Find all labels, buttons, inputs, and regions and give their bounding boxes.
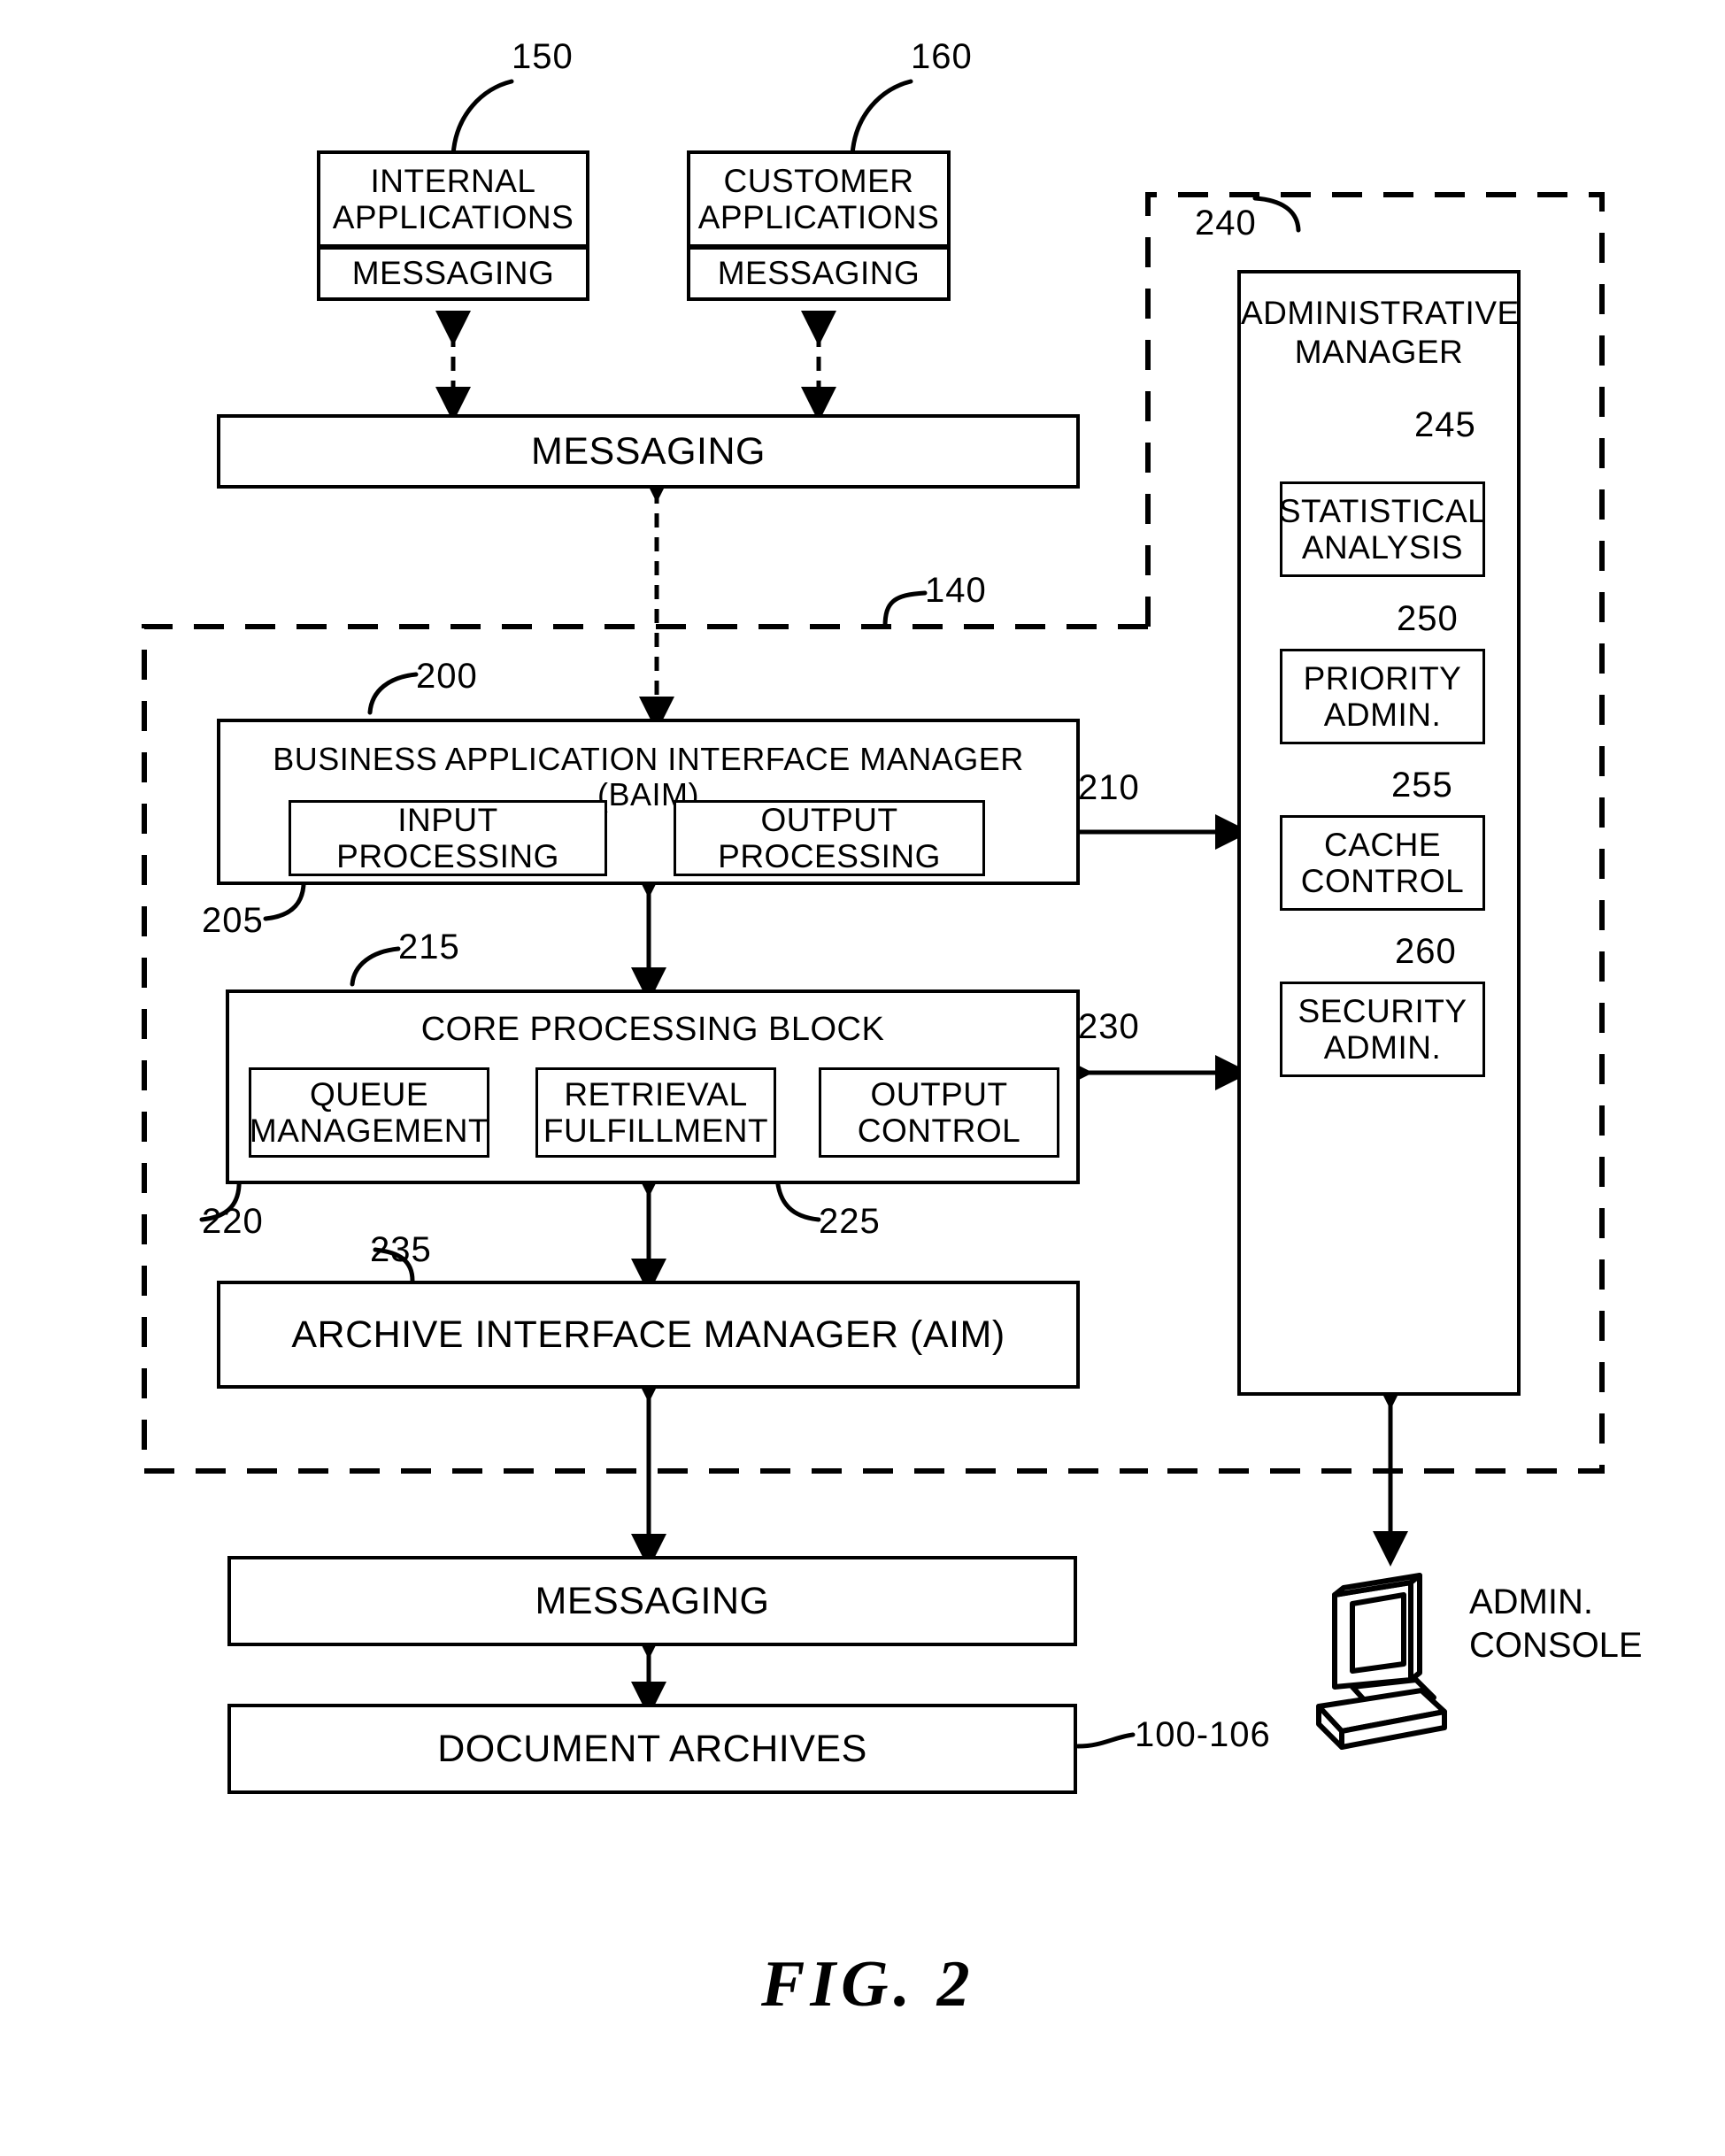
administrative-manager-block[interactable]: ADMINISTRATIVE MANAGER STATISTICAL ANALY… <box>1237 270 1521 1396</box>
archive-interface-manager-block[interactable]: ARCHIVE INTERFACE MANAGER (AIM) <box>217 1281 1080 1389</box>
input-processing-line1: INPUT <box>397 801 498 838</box>
retrieval-fulfillment-line2: FULFILLMENT <box>543 1113 769 1149</box>
document-archives-label: DOCUMENT ARCHIVES <box>437 1727 867 1770</box>
cache-control-line1: CACHE <box>1323 826 1442 863</box>
output-processing-line1: OUTPUT <box>760 801 898 838</box>
priority-admin-line2: ADMIN. <box>1323 697 1442 733</box>
customer-applications-title-line1: CUSTOMER <box>723 162 914 199</box>
core-processing-block[interactable]: CORE PROCESSING BLOCK QUEUE MANAGEMENT R… <box>226 989 1080 1184</box>
ref-100-106: 100-106 <box>1135 1715 1271 1754</box>
ref-225: 225 <box>819 1202 881 1241</box>
customer-applications-block[interactable]: CUSTOMER APPLICATIONS <box>687 150 951 248</box>
patent-figure-canvas: INTERNAL APPLICATIONS MESSAGING 150 CUST… <box>0 0 1725 2156</box>
admin-console-icon <box>1316 1573 1447 1750</box>
priority-admin-block[interactable]: PRIORITY ADMIN. <box>1280 649 1485 744</box>
cache-control-line2: CONTROL <box>1300 863 1465 899</box>
ref-255: 255 <box>1391 766 1453 805</box>
figure-caption: FIG. 2 <box>761 1948 975 2021</box>
leader-lines <box>199 79 1417 1749</box>
baim-block[interactable]: BUSINESS APPLICATION INTERFACE MANAGER (… <box>217 719 1080 885</box>
ref-220: 220 <box>202 1202 264 1241</box>
ref-200: 200 <box>416 657 478 696</box>
priority-admin-line1: PRIORITY <box>1303 659 1462 697</box>
ref-140: 140 <box>925 571 987 610</box>
ref-240: 240 <box>1195 204 1257 243</box>
ref-205: 205 <box>202 901 264 940</box>
queue-management-line2: MANAGEMENT <box>249 1113 489 1149</box>
internal-applications-block[interactable]: INTERNAL APPLICATIONS <box>317 150 589 248</box>
internal-applications-messaging-label: MESSAGING <box>351 255 555 292</box>
document-archives-block[interactable]: DOCUMENT ARCHIVES <box>227 1704 1077 1794</box>
statistical-analysis-block[interactable]: STATISTICAL ANALYSIS <box>1278 481 1487 577</box>
core-processing-title: CORE PROCESSING BLOCK <box>420 1011 885 1048</box>
messaging-bottom-block[interactable]: MESSAGING <box>227 1556 1077 1646</box>
input-processing-block[interactable]: INPUT PROCESSING <box>289 800 607 876</box>
ref-215: 215 <box>398 928 460 966</box>
retrieval-fulfillment-line1: RETRIEVAL <box>564 1075 748 1113</box>
administrative-manager-title-line1: ADMINISTRATIVE <box>1241 295 1520 331</box>
customer-applications-title-line2: APPLICATIONS <box>697 199 940 235</box>
security-admin-line2: ADMIN. <box>1323 1029 1442 1066</box>
security-admin-line1: SECURITY <box>1298 992 1467 1029</box>
queue-management-block[interactable]: QUEUE MANAGEMENT <box>249 1067 489 1158</box>
ref-245: 245 <box>1414 405 1476 444</box>
admin-console-label-line2: CONSOLE <box>1469 1625 1643 1665</box>
customer-applications-messaging-label: MESSAGING <box>717 255 920 292</box>
output-control-block[interactable]: OUTPUT CONTROL <box>819 1067 1059 1158</box>
statistical-analysis-line1: STATISTICAL <box>1278 492 1487 529</box>
ref-160: 160 <box>911 37 973 76</box>
internal-applications-messaging-block[interactable]: MESSAGING <box>317 246 589 301</box>
ref-150: 150 <box>512 37 574 76</box>
output-processing-line2: PROCESSING <box>718 838 941 874</box>
internal-applications-title-line1: INTERNAL <box>370 162 536 199</box>
ref-210: 210 <box>1078 768 1140 807</box>
ref-260: 260 <box>1395 932 1457 971</box>
messaging-top-label: MESSAGING <box>531 429 766 473</box>
output-control-line1: OUTPUT <box>870 1075 1008 1113</box>
messaging-bottom-label: MESSAGING <box>535 1579 770 1622</box>
messaging-top-block[interactable]: MESSAGING <box>217 414 1080 489</box>
input-processing-line2: PROCESSING <box>336 838 559 874</box>
internal-applications-title-line2: APPLICATIONS <box>332 199 574 235</box>
retrieval-fulfillment-block[interactable]: RETRIEVAL FULFILLMENT <box>535 1067 776 1158</box>
output-processing-block[interactable]: OUTPUT PROCESSING <box>674 800 985 876</box>
cache-control-block[interactable]: CACHE CONTROL <box>1280 815 1485 911</box>
output-control-line2: CONTROL <box>857 1113 1021 1149</box>
ref-250: 250 <box>1397 599 1459 638</box>
admin-console-label-line1: ADMIN. <box>1469 1582 1593 1621</box>
administrative-manager-title-line2: MANAGER <box>1294 334 1464 370</box>
ref-235: 235 <box>370 1230 432 1269</box>
security-admin-block[interactable]: SECURITY ADMIN. <box>1280 982 1485 1077</box>
admin-console-label: ADMIN. CONSOLE <box>1469 1581 1643 1667</box>
archive-interface-manager-label: ARCHIVE INTERFACE MANAGER (AIM) <box>291 1313 1005 1356</box>
queue-management-line1: QUEUE <box>309 1075 429 1113</box>
ref-230: 230 <box>1078 1007 1140 1046</box>
customer-applications-messaging-block[interactable]: MESSAGING <box>687 246 951 301</box>
statistical-analysis-line2: ANALYSIS <box>1301 529 1464 566</box>
